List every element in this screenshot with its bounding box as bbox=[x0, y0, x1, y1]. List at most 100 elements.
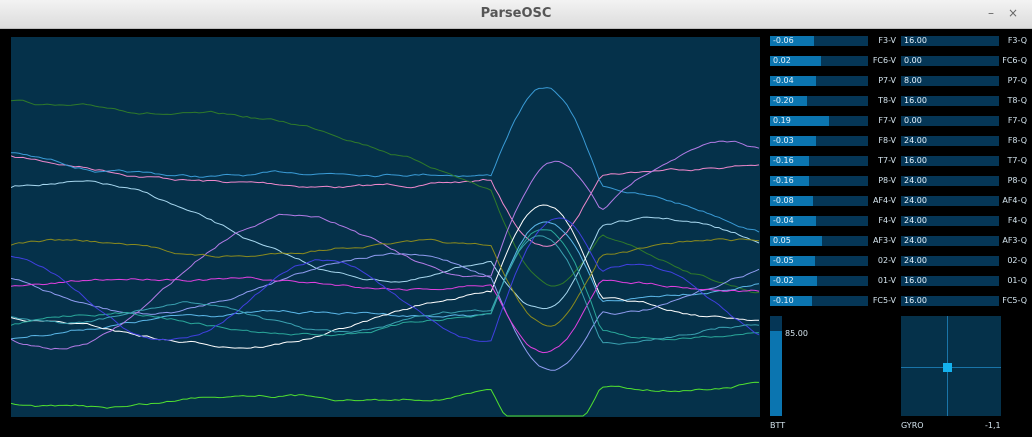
eeg-trace bbox=[11, 87, 760, 233]
v-label: F4-V bbox=[878, 216, 896, 225]
q-bar: 24.00 bbox=[901, 216, 999, 226]
q-bar: 16.00 bbox=[901, 276, 999, 286]
v-label: FC6-V bbox=[872, 56, 896, 65]
eeg-trace bbox=[11, 155, 760, 247]
v-value: -0.16 bbox=[773, 156, 794, 165]
q-bar: 24.00 bbox=[901, 196, 999, 206]
eeg-trace-plot bbox=[11, 37, 760, 417]
title-bar[interactable]: ParseOSC – × bbox=[0, 0, 1032, 29]
q-value: 24.00 bbox=[904, 136, 927, 145]
channel-row: -0.04 P7-V 8.00 P7-Q bbox=[770, 76, 1028, 88]
v-value: -0.02 bbox=[773, 276, 794, 285]
v-label: F7-V bbox=[878, 116, 896, 125]
channel-row: -0.04 F4-V 24.00 F4-Q bbox=[770, 216, 1028, 228]
v-value: -0.08 bbox=[773, 196, 794, 205]
q-label: AF4-Q bbox=[1002, 196, 1027, 205]
window-title: ParseOSC bbox=[480, 6, 552, 21]
channel-row: -0.16 T7-V 16.00 T7-Q bbox=[770, 156, 1028, 168]
v-value: 0.02 bbox=[773, 56, 791, 65]
gyro-label: GYRO bbox=[901, 421, 924, 430]
q-bar: 24.00 bbox=[901, 136, 999, 146]
gyro-value: -1,1 bbox=[985, 421, 1001, 430]
q-label: 01-Q bbox=[1007, 276, 1027, 285]
battery-value: 85.00 bbox=[785, 329, 808, 338]
q-label: F8-Q bbox=[1007, 136, 1027, 145]
v-value: -0.20 bbox=[773, 96, 794, 105]
q-bar: 8.00 bbox=[901, 76, 999, 86]
v-value: 0.05 bbox=[773, 236, 791, 245]
q-value: 16.00 bbox=[904, 156, 927, 165]
q-label: AF3-Q bbox=[1002, 236, 1027, 245]
v-label: 02-V bbox=[877, 256, 896, 265]
q-value: 24.00 bbox=[904, 196, 927, 205]
q-label: F3-Q bbox=[1007, 36, 1027, 45]
v-bar: -0.06 bbox=[770, 36, 868, 46]
q-label: FC5-Q bbox=[1002, 296, 1027, 305]
q-bar: 0.00 bbox=[901, 116, 999, 126]
v-value: -0.16 bbox=[773, 176, 794, 185]
channel-row: -0.06 F3-V 16.00 F3-Q bbox=[770, 36, 1028, 48]
v-bar: -0.16 bbox=[770, 176, 868, 186]
q-value: 24.00 bbox=[904, 256, 927, 265]
close-button[interactable]: × bbox=[1006, 6, 1020, 20]
q-value: 8.00 bbox=[904, 76, 922, 85]
q-label: P8-Q bbox=[1007, 176, 1027, 185]
q-bar: 0.00 bbox=[901, 56, 999, 66]
v-bar: -0.08 bbox=[770, 196, 868, 206]
q-value: 24.00 bbox=[904, 176, 927, 185]
q-bar: 16.00 bbox=[901, 156, 999, 166]
q-label: FC6-Q bbox=[1002, 56, 1027, 65]
channel-row: -0.20 T8-V 16.00 T8-Q bbox=[770, 96, 1028, 108]
v-value: -0.05 bbox=[773, 256, 794, 265]
v-bar: -0.16 bbox=[770, 156, 868, 166]
v-bar: -0.03 bbox=[770, 136, 868, 146]
channel-row: 0.19 F7-V 0.00 F7-Q bbox=[770, 116, 1028, 128]
eeg-trace bbox=[11, 140, 760, 350]
minimize-button[interactable]: – bbox=[984, 6, 998, 20]
v-bar: 0.19 bbox=[770, 116, 868, 126]
v-label: P8-V bbox=[878, 176, 896, 185]
eeg-trace bbox=[11, 252, 760, 371]
channel-row: 0.05 AF3-V 24.00 AF3-Q bbox=[770, 236, 1028, 248]
v-value: -0.04 bbox=[773, 216, 794, 225]
eeg-trace bbox=[11, 381, 760, 417]
q-value: 16.00 bbox=[904, 296, 927, 305]
v-label: T8-V bbox=[878, 96, 896, 105]
eeg-trace bbox=[11, 221, 760, 340]
battery-bar bbox=[770, 316, 782, 416]
battery-label: BTT bbox=[770, 421, 786, 430]
v-label: AF4-V bbox=[872, 196, 896, 205]
v-bar: -0.05 bbox=[770, 256, 868, 266]
q-value: 24.00 bbox=[904, 236, 927, 245]
q-label: T8-Q bbox=[1007, 96, 1027, 105]
q-bar: 16.00 bbox=[901, 36, 999, 46]
channel-row: -0.05 02-V 24.00 02-Q bbox=[770, 256, 1028, 268]
q-bar: 24.00 bbox=[901, 176, 999, 186]
battery-fill bbox=[770, 331, 782, 416]
gyro-marker bbox=[943, 363, 952, 372]
channel-row: -0.02 01-V 16.00 01-Q bbox=[770, 276, 1028, 288]
v-value: 0.19 bbox=[773, 116, 791, 125]
q-value: 0.00 bbox=[904, 56, 922, 65]
channel-row: -0.08 AF4-V 24.00 AF4-Q bbox=[770, 196, 1028, 208]
q-value: 24.00 bbox=[904, 216, 927, 225]
channel-row: -0.03 F8-V 24.00 F8-Q bbox=[770, 136, 1028, 148]
channel-row: 0.02 FC6-V 0.00 FC6-Q bbox=[770, 56, 1028, 68]
q-label: T7-Q bbox=[1007, 156, 1027, 165]
app-window: ParseOSC – × -0.06 F3-V 16.00 F3-Q 0.02 FC6-V… bbox=[0, 0, 1032, 437]
gyro-pad[interactable] bbox=[901, 316, 1001, 416]
q-label: F4-Q bbox=[1007, 216, 1027, 225]
v-bar: -0.02 bbox=[770, 276, 868, 286]
q-label: F7-Q bbox=[1007, 116, 1027, 125]
q-label: 02-Q bbox=[1007, 256, 1027, 265]
v-bar: 0.05 bbox=[770, 236, 868, 246]
v-label: FC5-V bbox=[872, 296, 896, 305]
v-bar: 0.02 bbox=[770, 56, 868, 66]
v-value: -0.04 bbox=[773, 76, 794, 85]
q-value: 16.00 bbox=[904, 36, 927, 45]
v-label: F8-V bbox=[878, 136, 896, 145]
q-bar: 24.00 bbox=[901, 256, 999, 266]
q-label: P7-Q bbox=[1007, 76, 1027, 85]
trace-canvas bbox=[11, 87, 760, 417]
v-bar: -0.04 bbox=[770, 76, 868, 86]
